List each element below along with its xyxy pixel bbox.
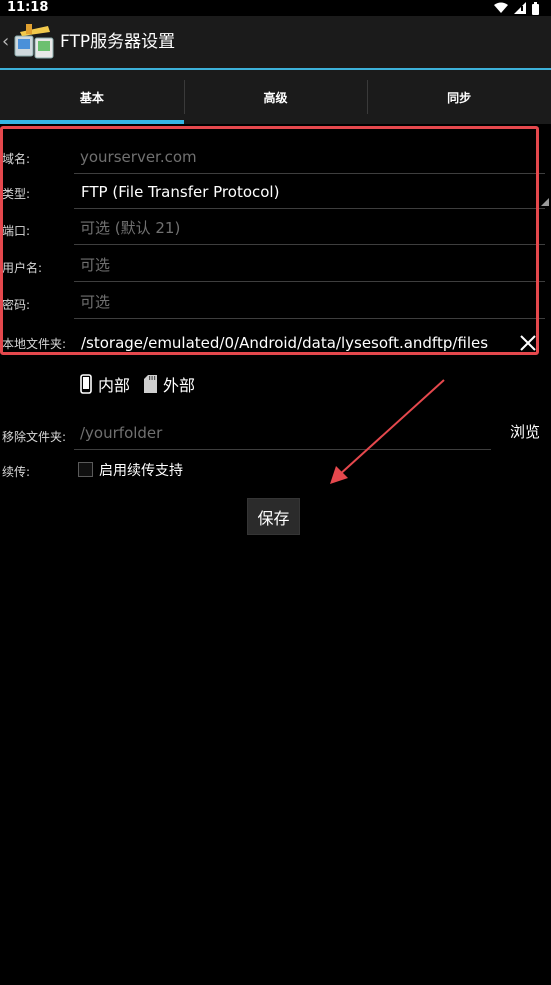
port-row: 端口: (0, 211, 551, 245)
battery-icon (532, 1, 539, 15)
local-folder-field[interactable]: /storage/emulated/0/Android/data/lysesof… (74, 326, 491, 360)
password-label: 密码: (2, 298, 31, 312)
host-label: 域名: (2, 152, 31, 166)
phone-icon (80, 374, 92, 394)
action-bar: ‹ FTP服务器设置 (0, 16, 551, 68)
username-input[interactable] (74, 248, 545, 282)
storage-external-option[interactable]: 外部 (144, 372, 195, 396)
resume-label: 续传: (2, 465, 31, 479)
remote-folder-input[interactable] (74, 416, 491, 450)
username-row: 用户名: (0, 248, 551, 282)
wifi-icon (494, 2, 508, 13)
page-title: FTP服务器设置 (60, 32, 176, 52)
host-row: 域名: (0, 140, 551, 174)
remote-folder-row: 移除文件夹: (0, 416, 551, 450)
tab-advanced[interactable]: 高级 (183, 70, 368, 124)
password-input[interactable] (74, 285, 545, 319)
host-input[interactable] (74, 140, 545, 174)
resume-checkbox[interactable] (78, 462, 93, 477)
type-value: FTP (File Transfer Protocol) (81, 183, 280, 201)
dropdown-triangle-icon (541, 198, 549, 206)
type-label: 类型: (2, 187, 31, 201)
status-bar: 11:18 (0, 0, 551, 16)
host-field-container (74, 140, 545, 174)
signal-icon (514, 2, 526, 14)
local-folder-row: 本地文件夹: /storage/emulated/0/Android/data/… (0, 326, 551, 362)
username-field-container (74, 248, 545, 282)
save-button[interactable]: 保存 (247, 498, 300, 535)
back-chevron-icon[interactable]: ‹ (2, 30, 9, 54)
browse-button[interactable]: 浏览 (510, 421, 540, 442)
username-label: 用户名: (2, 261, 43, 275)
type-row: 类型: FTP (File Transfer Protocol) (0, 175, 551, 209)
storage-internal-option[interactable]: 内部 (80, 372, 130, 396)
port-field-container (74, 211, 545, 245)
storage-external-label: 外部 (163, 376, 196, 395)
system-icons (494, 1, 539, 15)
port-input[interactable] (74, 211, 545, 245)
password-field-container (74, 285, 545, 319)
storage-internal-label: 内部 (98, 376, 131, 395)
clear-icon[interactable] (519, 334, 537, 352)
remote-folder-label: 移除文件夹: (2, 430, 67, 444)
status-time: 11:18 (7, 0, 49, 15)
local-folder-value: /storage/emulated/0/Android/data/lysesof… (81, 334, 489, 352)
local-folder-label: 本地文件夹: (2, 337, 67, 351)
storage-options: 内部 外部 (80, 372, 195, 396)
password-row: 密码: (0, 285, 551, 319)
resume-checkbox-label[interactable]: 启用续传支持 (99, 460, 183, 480)
port-label: 端口: (2, 224, 31, 238)
remote-folder-field-container (74, 416, 491, 450)
app-logo-icon[interactable] (12, 22, 56, 62)
tab-basic[interactable]: 基本 (0, 70, 184, 124)
tab-bar: 基本 高级 同步 (0, 70, 551, 124)
type-spinner[interactable]: FTP (File Transfer Protocol) (74, 175, 549, 209)
sd-card-icon (144, 375, 158, 393)
tab-sync[interactable]: 同步 (367, 70, 551, 124)
